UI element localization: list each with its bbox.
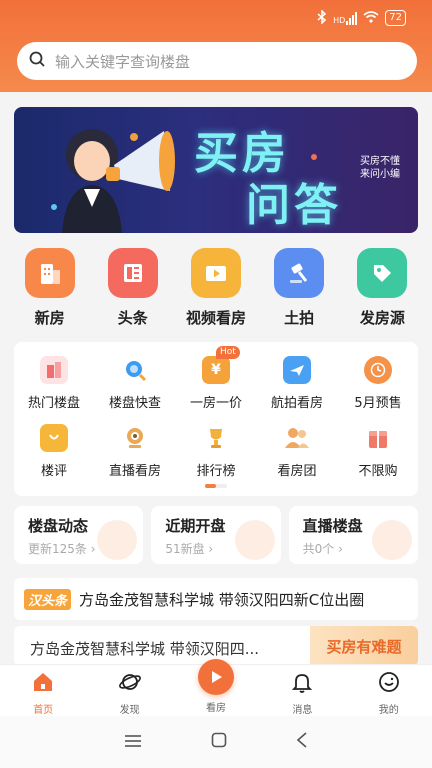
grid-item-label: 航拍看房 (270, 396, 323, 411)
tab-house-viewing[interactable]: 看房 (186, 659, 246, 716)
banner-title-line2: 问答 (246, 180, 342, 231)
header: HD 72 输入关键字查询楼盘 (0, 0, 432, 92)
banner-tagline: 买房不懂 来问小编 (360, 156, 400, 180)
bottom-tab-bar: 首页 发现 看房 消息 我的 (0, 659, 432, 716)
search-icon (29, 51, 45, 71)
bell-icon (289, 669, 315, 695)
grid-item-label: 不限购 (358, 464, 398, 479)
category-label: 发房源 (359, 309, 405, 327)
grid-item-label: 排行榜 (196, 464, 236, 479)
category-label: 视频看房 (185, 309, 246, 327)
category-label: 新房 (34, 309, 65, 327)
status-bar: HD 72 (317, 8, 406, 28)
category-headlines[interactable]: 头条 (92, 248, 174, 328)
grid-item-tour-group[interactable]: 看房团 (257, 424, 337, 479)
card-live-buildings[interactable]: 直播楼盘 共0个 › (288, 506, 418, 564)
signal-label: HD (333, 15, 346, 25)
tab-label: 看房 (205, 703, 226, 714)
ask-question-button[interactable]: 买房有难题 (310, 626, 418, 666)
grid-item-label: 热门楼盘 (27, 396, 80, 411)
category-label: 土拍 (284, 309, 315, 327)
grid-item-label: 直播看房 (108, 464, 161, 479)
play-icon (197, 659, 234, 695)
tab-home[interactable]: 首页 (13, 665, 73, 716)
tag-icon (357, 248, 408, 298)
planet-icon (117, 669, 143, 695)
tab-label: 我的 (378, 705, 399, 716)
grid-item-no-purchase-limit[interactable]: 不限购 (338, 424, 418, 479)
tab-discover[interactable]: 发现 (100, 665, 160, 716)
signal-icon: HD (333, 11, 358, 25)
video-icon (190, 248, 241, 298)
card-recent-openings[interactable]: 近期开盘 51新盘 › (151, 506, 281, 564)
main-category-row: 新房 头条 视频看房 土拍 发房源 (0, 248, 432, 328)
bluetooth-icon (317, 8, 327, 27)
category-new-house[interactable]: 新房 (9, 248, 91, 328)
grid-item-quick-search[interactable]: 楼盘快查 (95, 356, 175, 411)
headline-badge: 汉头条 (24, 588, 72, 610)
price-icon: ¥ Hot (202, 346, 240, 384)
magnifier-icon (121, 356, 149, 384)
tab-messages[interactable]: 消息 (272, 665, 332, 716)
tab-label: 首页 (33, 705, 54, 716)
grid-item-may-presale[interactable]: 5月预售 (338, 356, 418, 411)
summary-cards: 楼盘动态 更新125条 › 近期开盘 51新盘 › 直播楼盘 共0个 › (14, 506, 418, 564)
headline-ticker[interactable]: 汉头条 方岛金茂智慧科学城 带领汉阳四新C位出圈 (14, 578, 418, 620)
gavel-icon (274, 248, 325, 298)
wifi-icon (363, 10, 379, 26)
grid-item-label: 5月预售 (354, 396, 402, 411)
card-decoration (234, 520, 275, 560)
feature-grid: 热门楼盘 楼盘快查 ¥ Hot 一房一价 航拍看房 5月预售 楼评 直播看房 排… (14, 342, 418, 496)
grid-item-label: 看房团 (277, 464, 317, 479)
tab-profile[interactable]: 我的 (359, 665, 419, 716)
trophy-icon (202, 424, 230, 452)
menu-icon[interactable] (124, 733, 142, 752)
grid-item-ranking[interactable]: 排行榜 (176, 424, 256, 479)
search-placeholder: 输入关键字查询楼盘 (55, 52, 191, 71)
plane-icon (283, 356, 311, 384)
grid-item-price-list[interactable]: ¥ Hot 一房一价 (176, 346, 256, 411)
search-input[interactable]: 输入关键字查询楼盘 (17, 42, 417, 80)
home-button-icon[interactable] (211, 732, 227, 752)
back-icon[interactable] (296, 732, 308, 752)
grid-item-aerial-tour[interactable]: 航拍看房 (257, 356, 337, 411)
card-decoration (371, 520, 412, 560)
buildings-icon (40, 356, 68, 384)
card-building-updates[interactable]: 楼盘动态 更新125条 › (14, 506, 144, 564)
tab-label: 发现 (119, 705, 140, 716)
grid-item-hot-buildings[interactable]: 热门楼盘 (14, 356, 94, 411)
grid-item-label: 楼评 (40, 464, 67, 479)
news-item-title: 方岛金茂智慧科学城 带领汉阳四... (30, 640, 260, 658)
promo-banner[interactable]: 买房 问答 买房不懂 来问小编 (14, 107, 418, 233)
hot-badge: Hot (216, 346, 240, 359)
category-post-listing[interactable]: 发房源 (341, 248, 423, 328)
home-icon (30, 669, 56, 695)
gift-icon (364, 424, 392, 452)
category-label: 头条 (117, 309, 148, 327)
system-navigation-bar (0, 716, 432, 768)
news-icon (107, 248, 158, 298)
grid-item-label: 楼盘快查 (108, 396, 161, 411)
camera-icon (121, 424, 149, 452)
category-video-tour[interactable]: 视频看房 (175, 248, 257, 328)
grid-item-label: 一房一价 (189, 396, 242, 411)
grid-item-reviews[interactable]: 楼评 (14, 424, 94, 479)
building-icon (24, 248, 75, 298)
tab-label: 消息 (292, 705, 313, 716)
comment-icon (40, 424, 68, 452)
grid-item-live-tour[interactable]: 直播看房 (95, 424, 175, 479)
headline-text: 方岛金茂智慧科学城 带领汉阳四新C位出圈 (79, 590, 365, 609)
battery-indicator: 72 (385, 10, 406, 26)
clock-icon (364, 356, 392, 384)
page-indicator (205, 484, 227, 488)
category-land-auction[interactable]: 土拍 (258, 248, 340, 328)
smile-icon (376, 669, 402, 695)
group-icon (283, 424, 311, 452)
